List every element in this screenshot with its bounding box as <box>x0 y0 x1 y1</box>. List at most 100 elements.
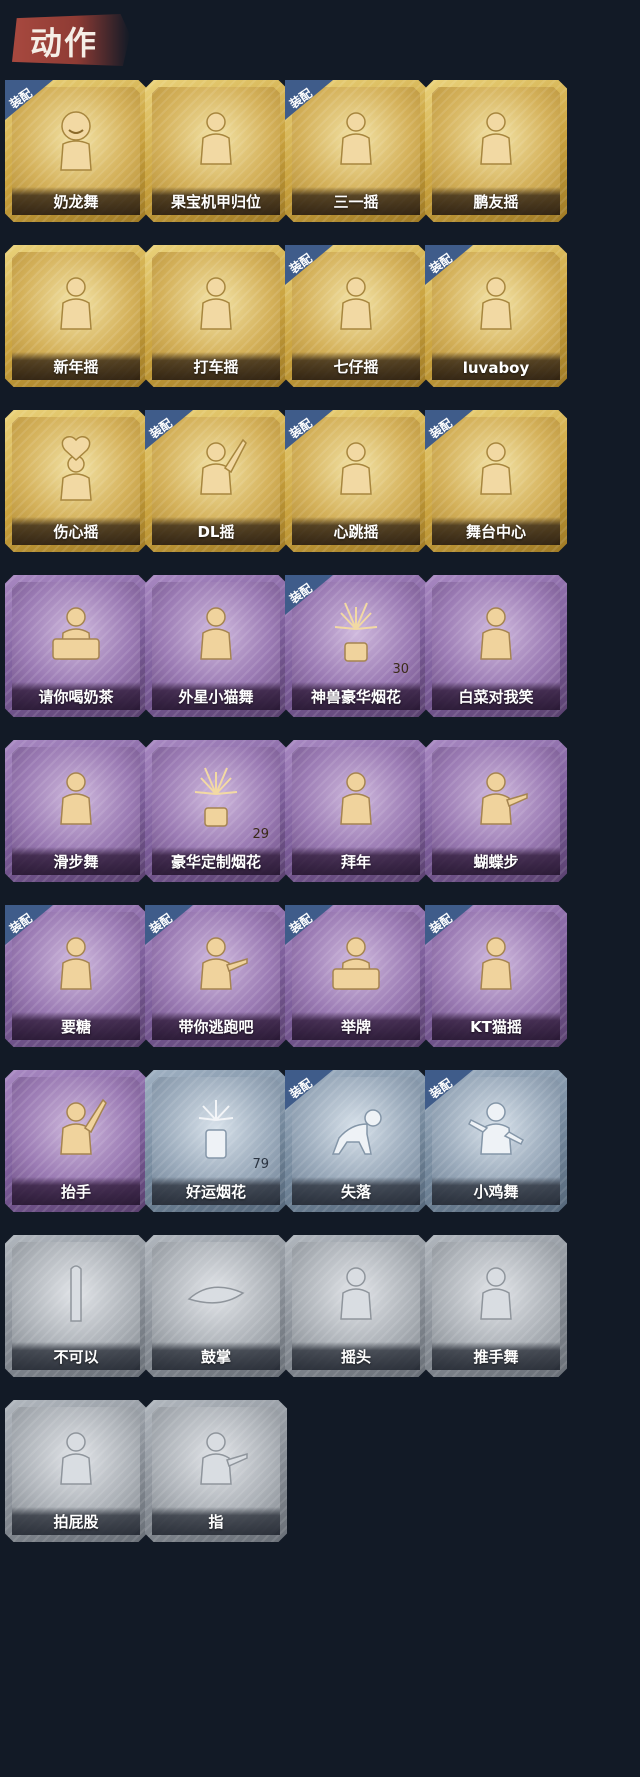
shake-icon <box>321 269 391 339</box>
emote-card[interactable]: 三一摇 装配 <box>285 80 427 222</box>
emote-name: 舞台中心 <box>465 523 526 541</box>
emote-name: 推手舞 <box>473 1348 519 1366</box>
dance-icon <box>461 434 531 504</box>
emote-grid: 奶龙舞 装配果宝机甲归位 三一摇 装配鹏友摇新年摇 打车摇 七仔摇 装配 luvaboy 装配伤… <box>0 0 640 1777</box>
emote-card[interactable]: 伤心摇 <box>5 410 147 552</box>
shake-icon <box>461 929 531 999</box>
emote-name: 指 <box>208 1513 224 1531</box>
emote-name: 鼓掌 <box>200 1348 231 1366</box>
emote-name: 果宝机甲归位 <box>170 193 261 211</box>
emote-name: 摇头 <box>340 1348 371 1366</box>
emote-name: 蝴蝶步 <box>473 853 519 871</box>
reach-icon <box>41 929 111 999</box>
emote-name: 新年摇 <box>53 358 99 376</box>
emote-card[interactable]: 七仔摇 装配 <box>285 245 427 387</box>
shake-icon <box>461 104 531 174</box>
emote-card[interactable]: 拜年 <box>285 740 427 882</box>
emote-name: 举牌 <box>340 1018 371 1036</box>
head-shake-icon <box>321 1259 391 1329</box>
point-icon <box>181 929 251 999</box>
emote-card[interactable]: 奶龙舞 装配 <box>5 80 147 222</box>
dance-smile-icon <box>41 104 111 174</box>
raise-arm-icon <box>41 1094 111 1164</box>
emote-card[interactable]: 推手舞 <box>425 1235 567 1377</box>
crawl-icon <box>321 1094 391 1164</box>
emote-card[interactable]: 滑步舞 <box>5 740 147 882</box>
emote-card[interactable]: 摇头 <box>285 1235 427 1377</box>
emote-card[interactable]: 要糖 装配 <box>5 905 147 1047</box>
emote-name: 伤心摇 <box>53 523 99 541</box>
emote-name: 小鸡舞 <box>473 1183 519 1201</box>
emote-name: 拍屁股 <box>53 1513 99 1531</box>
shake-icon <box>41 269 111 339</box>
emote-card[interactable]: 拍屁股 <box>5 1400 147 1542</box>
slap-icon <box>41 1424 111 1494</box>
raise-arm-icon <box>181 434 251 504</box>
emote-card[interactable]: 蝴蝶步 <box>425 740 567 882</box>
emote-card[interactable]: 舞台中心 装配 <box>425 410 567 552</box>
emote-name: 七仔摇 <box>333 358 379 376</box>
item-count: 30 <box>392 662 409 677</box>
heart-hands-icon <box>41 434 111 504</box>
emote-card[interactable]: luvaboy 装配 <box>425 245 567 387</box>
emote-name: 请你喝奶茶 <box>38 688 114 706</box>
emote-card[interactable]: 请你喝奶茶 <box>5 575 147 717</box>
emote-card[interactable]: 鹏友摇 <box>425 80 567 222</box>
emote-card[interactable]: 新年摇 <box>5 245 147 387</box>
emote-name: KT猫摇 <box>470 1018 522 1036</box>
item-count: 29 <box>252 827 269 842</box>
dance-icon <box>41 764 111 834</box>
point-hand-icon <box>181 1424 251 1494</box>
emote-card[interactable]: 果宝机甲归位 <box>145 80 287 222</box>
emote-card[interactable]: 鼓掌 <box>145 1235 287 1377</box>
emote-card[interactable]: 打车摇 <box>145 245 287 387</box>
shake-icon <box>321 104 391 174</box>
dance-icon <box>461 599 531 669</box>
emote-name: 豪华定制烟花 <box>170 853 261 871</box>
emote-name: 外星小猫舞 <box>178 688 254 706</box>
emote-card[interactable]: 30 神兽豪华烟花 装配 <box>285 575 427 717</box>
emote-name: 三一摇 <box>333 193 379 211</box>
emote-card[interactable]: 指 <box>145 1400 287 1542</box>
emote-name: 带你逃跑吧 <box>178 1018 254 1036</box>
emote-card[interactable]: 失落 装配 <box>285 1070 427 1212</box>
emote-card[interactable]: 29 豪华定制烟花 <box>145 740 287 882</box>
pose-icon <box>181 104 251 174</box>
emote-name: 好运烟花 <box>185 1183 246 1201</box>
chicken-dance-icon <box>461 1094 531 1164</box>
emote-name: 要糖 <box>60 1018 91 1036</box>
emote-card[interactable]: 79 好运烟花 <box>145 1070 287 1212</box>
emote-card[interactable]: KT猫摇 装配 <box>425 905 567 1047</box>
dance-icon <box>181 599 251 669</box>
emote-name: 鹏友摇 <box>473 193 519 211</box>
emote-card[interactable]: 不可以 <box>5 1235 147 1377</box>
emote-name: 打车摇 <box>193 358 239 376</box>
emote-name: luvaboy <box>462 359 530 377</box>
shake-icon <box>461 269 531 339</box>
emote-name: 失落 <box>340 1183 371 1201</box>
emote-card[interactable]: 心跳摇 装配 <box>285 410 427 552</box>
wave-icon <box>321 434 391 504</box>
item-count: 79 <box>252 1157 269 1172</box>
sign-icon <box>321 929 391 999</box>
clap-icon <box>181 1259 251 1329</box>
emote-card[interactable]: 带你逃跑吧 装配 <box>145 905 287 1047</box>
emote-card[interactable]: 外星小猫舞 <box>145 575 287 717</box>
emote-card[interactable]: DL摇 装配 <box>145 410 287 552</box>
emote-card[interactable]: 抬手 <box>5 1070 147 1212</box>
finger-no-icon <box>41 1259 111 1329</box>
emote-card[interactable]: 小鸡舞 装配 <box>425 1070 567 1212</box>
emote-card[interactable]: 举牌 装配 <box>285 905 427 1047</box>
emote-name: 心跳摇 <box>333 523 379 541</box>
emote-name: 不可以 <box>53 1348 99 1366</box>
fireworks-icon <box>321 599 391 669</box>
emote-card[interactable]: 白菜对我笑 <box>425 575 567 717</box>
emote-name: 抬手 <box>60 1183 91 1201</box>
point-icon <box>461 764 531 834</box>
shake-icon <box>181 269 251 339</box>
firework-can-icon <box>181 1094 251 1164</box>
bow-icon <box>321 764 391 834</box>
fireworks-icon <box>181 764 251 834</box>
emote-name: DL摇 <box>197 523 235 541</box>
sign-icon <box>41 599 111 669</box>
